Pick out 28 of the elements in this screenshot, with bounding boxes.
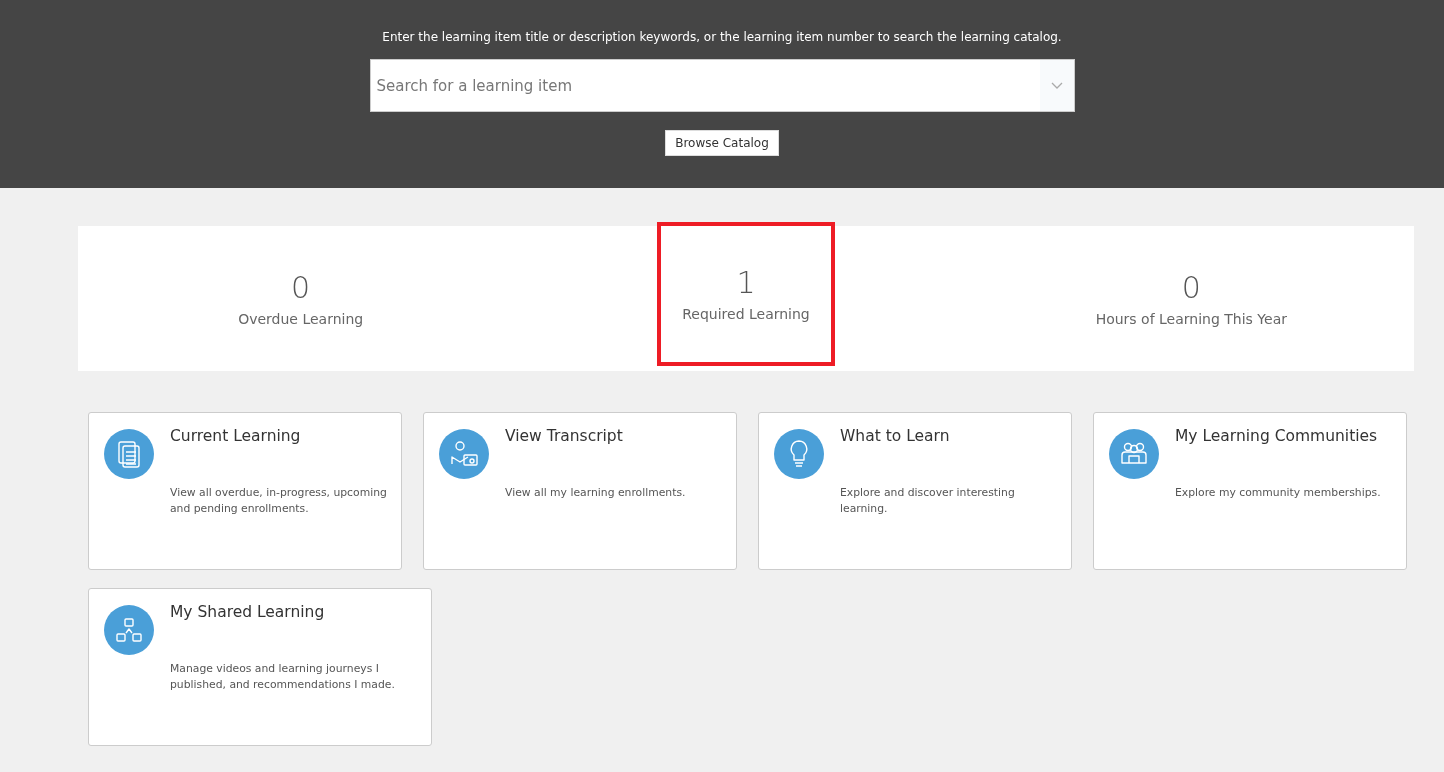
person-certificate-icon <box>439 429 489 479</box>
navigation-card[interactable]: Current Learning View all overdue, in-progress, upcoming and pending enrollments. <box>88 412 402 570</box>
people-group-icon <box>1109 429 1159 479</box>
metric-label[interactable]: Hours of Learning This Year <box>1095 311 1287 327</box>
search-instructions: Enter the learning item title or description keywords, or the learning item number to search the learning catalog. <box>382 30 1062 44</box>
card-description: Explore and discover interesting learning. <box>840 485 1016 517</box>
shared-network-icon <box>104 605 154 655</box>
documents-icon <box>104 429 154 479</box>
navigation-card[interactable]: My Shared Learning Manage videos and learning journeys I published, and recommendations I made. <box>88 588 432 746</box>
navigation-card[interactable]: View Transcript View all my learning enrollments. <box>423 412 737 570</box>
metric-value: 0 <box>1181 270 1201 305</box>
metric-value: 1 <box>736 265 756 300</box>
metric-value: 0 <box>291 270 311 305</box>
metric-label[interactable]: Overdue Learning <box>238 311 364 327</box>
browse-catalog-button[interactable]: Browse Catalog <box>665 130 779 156</box>
card-description: View all my learning enrollments. <box>505 485 687 501</box>
card-description: View all overdue, in-progress, upcoming and pending enrollments. <box>170 485 387 517</box>
metric-label[interactable]: Required Learning <box>682 306 810 322</box>
card-title[interactable]: My Shared Learning <box>170 603 417 621</box>
card-title[interactable]: Current Learning <box>170 427 387 445</box>
card-title[interactable]: View Transcript <box>505 427 722 445</box>
card-description: Manage videos and learning journeys I published, and recommendations I made. <box>170 661 396 693</box>
card-title[interactable]: What to Learn <box>840 427 1057 445</box>
lightbulb-icon <box>774 429 824 479</box>
navigation-card[interactable]: What to Learn Explore and discover interesting learning. <box>758 412 1072 570</box>
card-title[interactable]: My Learning Communities <box>1175 427 1392 445</box>
navigation-card[interactable]: My Learning Communities Explore my community memberships. <box>1093 412 1407 570</box>
card-description: Explore my community memberships. <box>1175 485 1382 501</box>
